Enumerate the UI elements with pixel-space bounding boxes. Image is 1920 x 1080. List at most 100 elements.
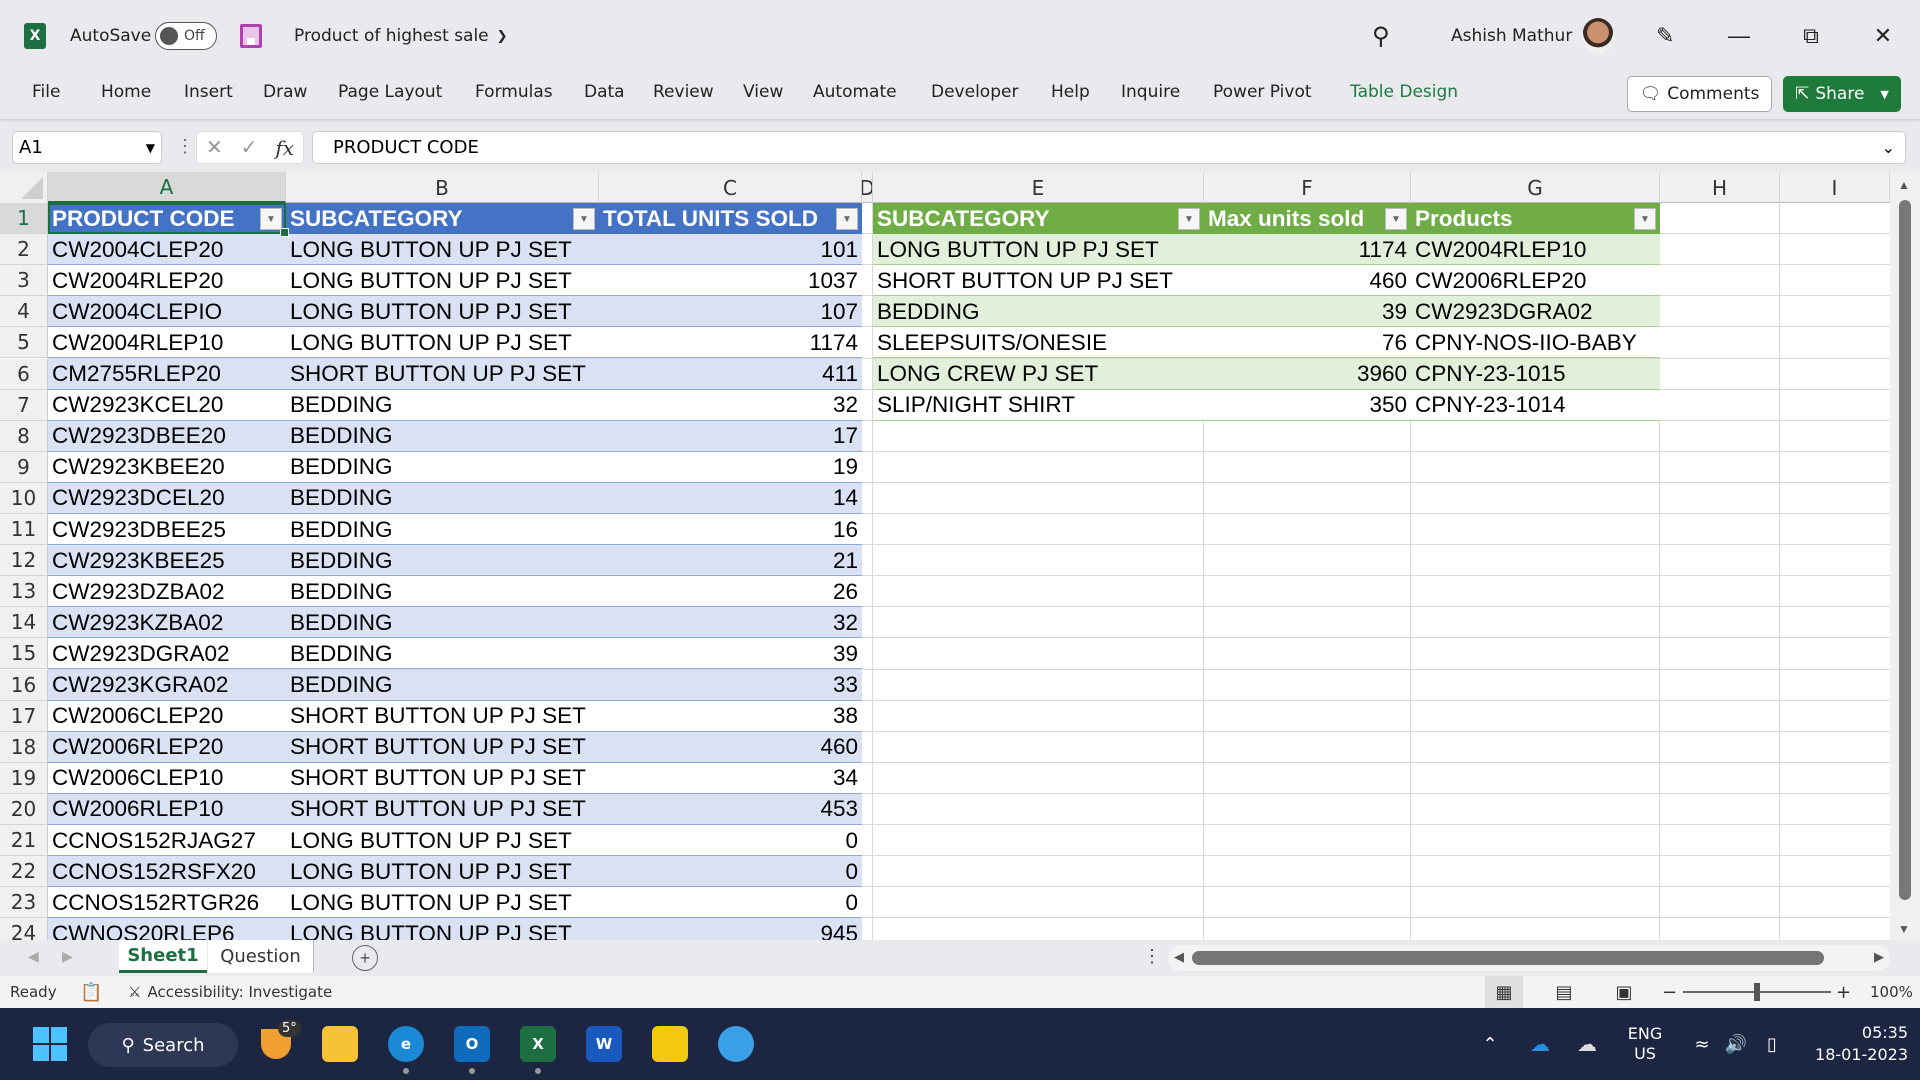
table-header-cell[interactable]: SUBCATEGORY ▼: [286, 203, 599, 234]
table-cell[interactable]: SLIP/NIGHT SHIRT: [873, 390, 1204, 421]
table-cell[interactable]: SHORT BUTTON UP PJ SET: [286, 794, 599, 825]
horizontal-scrollbar[interactable]: ◀ ▶: [1168, 945, 1890, 971]
tab-insert[interactable]: Insert: [184, 82, 233, 102]
sheet-prev-icon[interactable]: ◀: [28, 948, 39, 965]
table-cell[interactable]: CW2004CLEPIO: [48, 296, 286, 327]
horizontal-scroll-thumb[interactable]: [1192, 951, 1824, 965]
table-cell[interactable]: CW2923DGRA02: [1411, 296, 1660, 327]
share-button[interactable]: ⇱ Share ▼: [1783, 76, 1901, 112]
table-cell[interactable]: BEDDING: [873, 296, 1204, 327]
table-cell[interactable]: CCNOS152RJAG27: [48, 825, 286, 856]
table-cell[interactable]: 33: [599, 670, 862, 701]
table-cell[interactable]: CW2923DBEE25: [48, 514, 286, 545]
tab-formulas[interactable]: Formulas: [475, 82, 553, 102]
table-cell[interactable]: CW2923KBEE20: [48, 452, 286, 483]
row-header[interactable]: 14: [0, 607, 48, 639]
document-title-dropdown[interactable]: Product of highest sale ❯: [294, 0, 508, 72]
table-header-cell[interactable]: TOTAL UNITS SOLD ▼: [599, 203, 862, 234]
table-cell[interactable]: CW2006RLEP10: [48, 794, 286, 825]
table-header-cell[interactable]: Max units sold ▼: [1204, 203, 1411, 234]
filter-dropdown-icon[interactable]: ▼: [260, 208, 282, 230]
zoom-out-button[interactable]: −: [1662, 976, 1677, 1008]
filter-dropdown-icon[interactable]: ▼: [836, 208, 858, 230]
table-cell[interactable]: CW2006CLEP20: [48, 701, 286, 732]
table-cell[interactable]: CW2923DBEE20: [48, 421, 286, 452]
row-header[interactable]: 8: [0, 420, 48, 452]
table-cell[interactable]: CW2923KGRA02: [48, 670, 286, 701]
tab-developer[interactable]: Developer: [931, 82, 1018, 102]
save-button[interactable]: [240, 0, 262, 72]
scroll-right-icon[interactable]: ▶: [1874, 949, 1884, 965]
table-cell[interactable]: CW2923DZBA02: [48, 576, 286, 607]
table-cell[interactable]: BEDDING: [286, 576, 599, 607]
table-cell[interactable]: 107: [599, 296, 862, 327]
table-cell[interactable]: 34: [599, 763, 862, 794]
word-button[interactable]: W: [584, 1008, 624, 1080]
table-cell[interactable]: SHORT BUTTON UP PJ SET: [286, 359, 599, 390]
clock[interactable]: 05:35 18-01-2023: [1808, 1008, 1908, 1080]
close-button[interactable]: ✕: [1848, 0, 1918, 72]
table-cell[interactable]: CW2006RLEP20: [1411, 265, 1660, 296]
tab-inquire[interactable]: Inquire: [1121, 82, 1180, 102]
table-cell[interactable]: 32: [599, 390, 862, 421]
table-cell[interactable]: BEDDING: [286, 638, 599, 669]
row-header[interactable]: 12: [0, 545, 48, 577]
table-cell[interactable]: BEDDING: [286, 390, 599, 421]
row-header[interactable]: 17: [0, 700, 48, 732]
table-cell[interactable]: 39: [599, 638, 862, 669]
row-header[interactable]: 16: [0, 669, 48, 701]
macro-recording-icon[interactable]: 📋: [80, 976, 102, 1008]
table-cell[interactable]: CW2004RLEP10: [1411, 234, 1660, 265]
table-cell[interactable]: 350: [1204, 390, 1411, 421]
tab-review[interactable]: Review: [653, 82, 714, 102]
add-sheet-button[interactable]: +: [352, 945, 378, 971]
scroll-left-icon[interactable]: ◀: [1174, 949, 1184, 965]
tab-help[interactable]: Help: [1051, 82, 1090, 102]
row-header[interactable]: 6: [0, 358, 48, 390]
row-header[interactable]: 2: [0, 234, 48, 266]
start-button[interactable]: [30, 1008, 70, 1080]
table-cell[interactable]: CCNOS152RSFX20: [48, 856, 286, 887]
table-cell[interactable]: LONG BUTTON UP PJ SET: [286, 327, 599, 358]
table-cell[interactable]: 76: [1204, 327, 1411, 358]
row-header[interactable]: 19: [0, 762, 48, 794]
table-cell[interactable]: CW2923KBEE25: [48, 545, 286, 576]
sheet-tab-question[interactable]: Question: [208, 940, 314, 973]
table-cell[interactable]: CW2923DCEL20: [48, 483, 286, 514]
autosave-toggle[interactable]: Off: [155, 0, 217, 72]
column-header-i[interactable]: I: [1780, 172, 1890, 203]
filter-dropdown-icon[interactable]: ▼: [1385, 208, 1407, 230]
more-options-icon[interactable]: ⋮: [1143, 946, 1161, 967]
table-cell[interactable]: 1037: [599, 265, 862, 296]
row-header[interactable]: 7: [0, 389, 48, 421]
row-header[interactable]: 22: [0, 856, 48, 888]
table-cell[interactable]: 453: [599, 794, 862, 825]
page-break-view-button[interactable]: ▣: [1605, 976, 1643, 1008]
edge-button[interactable]: e: [386, 1008, 426, 1080]
avatar[interactable]: [1582, 0, 1614, 72]
table-cell[interactable]: 0: [599, 887, 862, 918]
minimize-button[interactable]: —: [1704, 0, 1774, 72]
table-cell[interactable]: 460: [599, 732, 862, 763]
row-header[interactable]: 11: [0, 514, 48, 545]
tab-file[interactable]: File: [32, 82, 60, 102]
scroll-up-icon[interactable]: ▲: [1898, 178, 1910, 192]
table-header-cell[interactable]: SUBCATEGORY ▼: [873, 203, 1204, 234]
column-header-d[interactable]: D: [862, 172, 873, 203]
table-cell[interactable]: 38: [599, 701, 862, 732]
accessibility-button[interactable]: ⚔ Accessibility: Investigate: [128, 976, 332, 1008]
table-cell[interactable]: 945: [599, 918, 862, 940]
table-cell[interactable]: SHORT BUTTON UP PJ SET: [286, 701, 599, 732]
row-header[interactable]: 20: [0, 793, 48, 825]
table-cell[interactable]: 411: [599, 359, 862, 390]
table-cell[interactable]: CW2004RLEP20: [48, 265, 286, 296]
table-cell[interactable]: SHORT BUTTON UP PJ SET: [286, 763, 599, 794]
filter-dropdown-icon[interactable]: ▼: [573, 208, 595, 230]
table-cell[interactable]: CPNY-NOS-IIO-BABY: [1411, 327, 1660, 358]
vertical-scroll-thumb[interactable]: [1899, 200, 1911, 900]
wifi-icon[interactable]: ≈: [1688, 1008, 1716, 1080]
table-cell[interactable]: CWNOS20RLEP6: [48, 918, 286, 940]
vertical-scrollbar[interactable]: ▲ ▼: [1890, 172, 1920, 940]
select-all-button[interactable]: [0, 172, 48, 203]
column-header-b[interactable]: B: [286, 172, 599, 203]
